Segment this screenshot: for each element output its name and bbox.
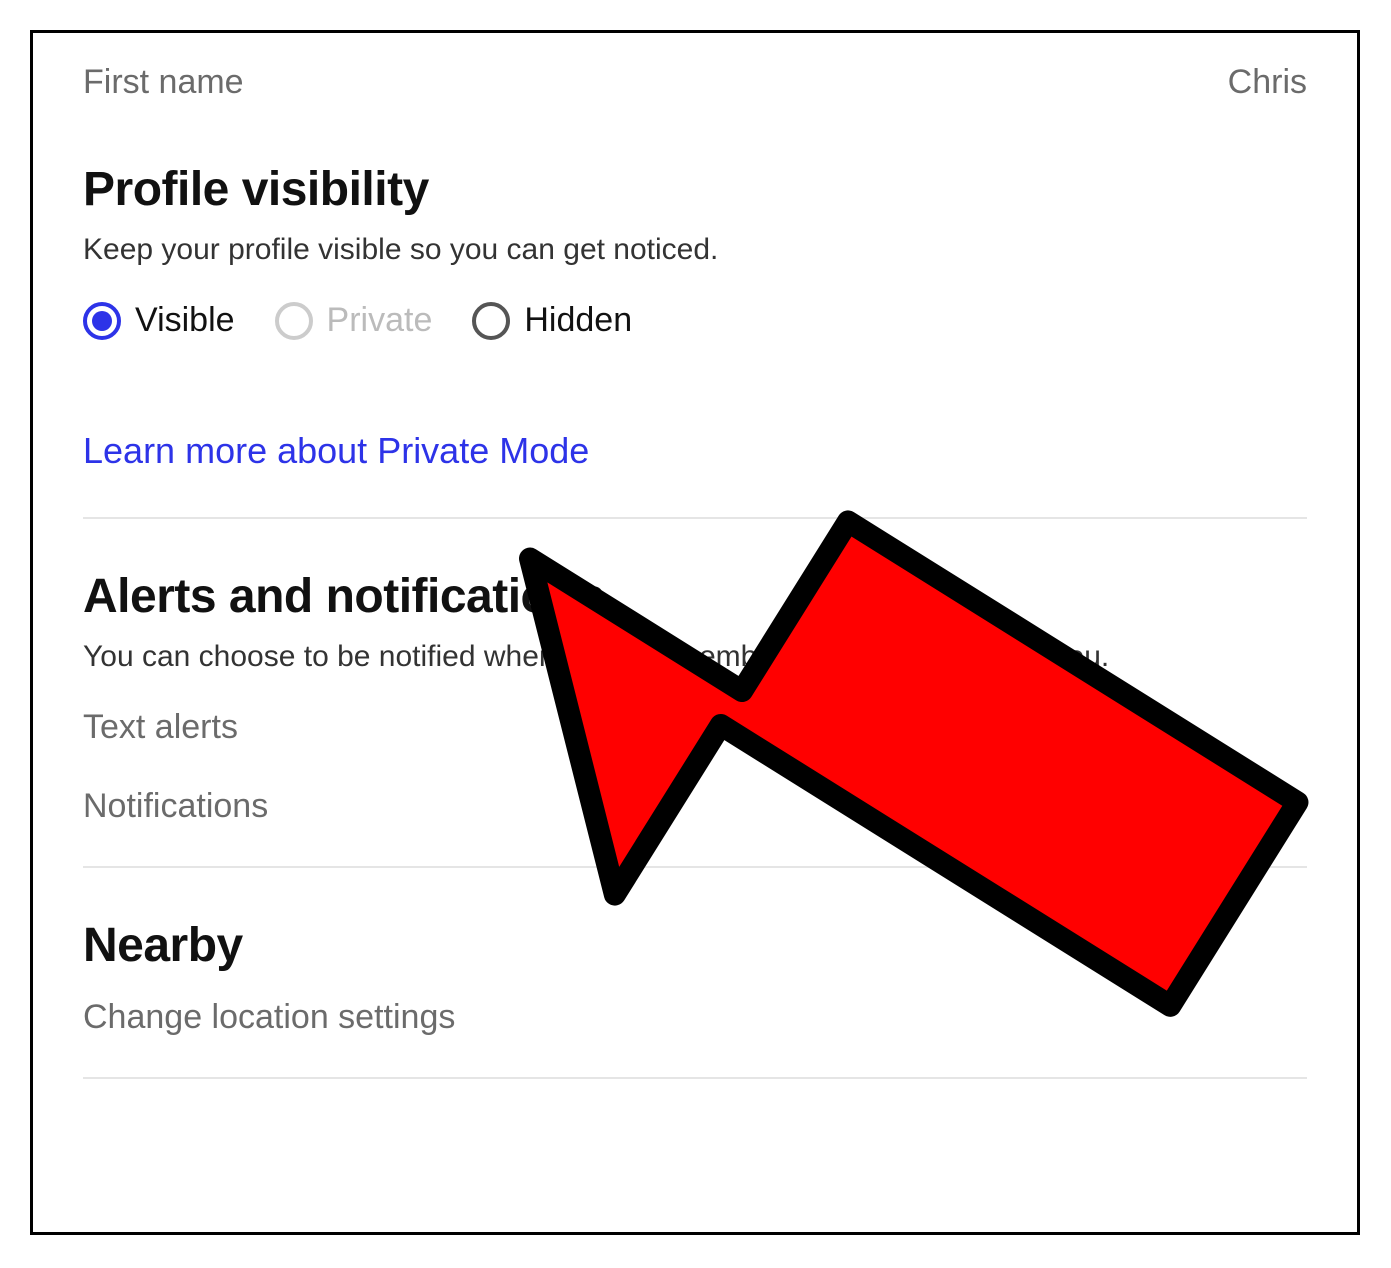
radio-icon: [275, 302, 313, 340]
first-name-row[interactable]: First name Chris: [83, 63, 1307, 102]
visibility-radio-hidden[interactable]: Hidden: [472, 301, 632, 340]
profile-visibility-title: Profile visibility: [83, 162, 1307, 217]
text-alerts-row[interactable]: Text alerts: [83, 708, 1307, 747]
alerts-title: Alerts and notifications: [83, 569, 1307, 624]
change-location-row[interactable]: Change location settings: [83, 998, 1307, 1037]
visibility-radio-private[interactable]: Private: [275, 301, 433, 340]
radio-icon: [83, 302, 121, 340]
first-name-label: First name: [83, 63, 244, 102]
nearby-title: Nearby: [83, 918, 1307, 973]
alerts-desc: You can choose to be notified when anoth…: [83, 636, 1307, 678]
notifications-row[interactable]: Notifications: [83, 787, 1307, 826]
visibility-radio-visible[interactable]: Visible: [83, 301, 235, 340]
profile-visibility-desc: Keep your profile visible so you can get…: [83, 229, 1307, 271]
radio-label-hidden: Hidden: [524, 301, 632, 340]
first-name-value: Chris: [1228, 63, 1307, 102]
visibility-radio-group: Visible Private Hidden: [83, 301, 1307, 340]
radio-label-private: Private: [327, 301, 433, 340]
radio-icon: [472, 302, 510, 340]
divider: [83, 517, 1307, 519]
divider: [83, 866, 1307, 868]
settings-panel: First name Chris Profile visibility Keep…: [30, 30, 1360, 1235]
divider: [83, 1077, 1307, 1079]
learn-more-link[interactable]: Learn more about Private Mode: [83, 430, 1307, 472]
radio-label-visible: Visible: [135, 301, 235, 340]
